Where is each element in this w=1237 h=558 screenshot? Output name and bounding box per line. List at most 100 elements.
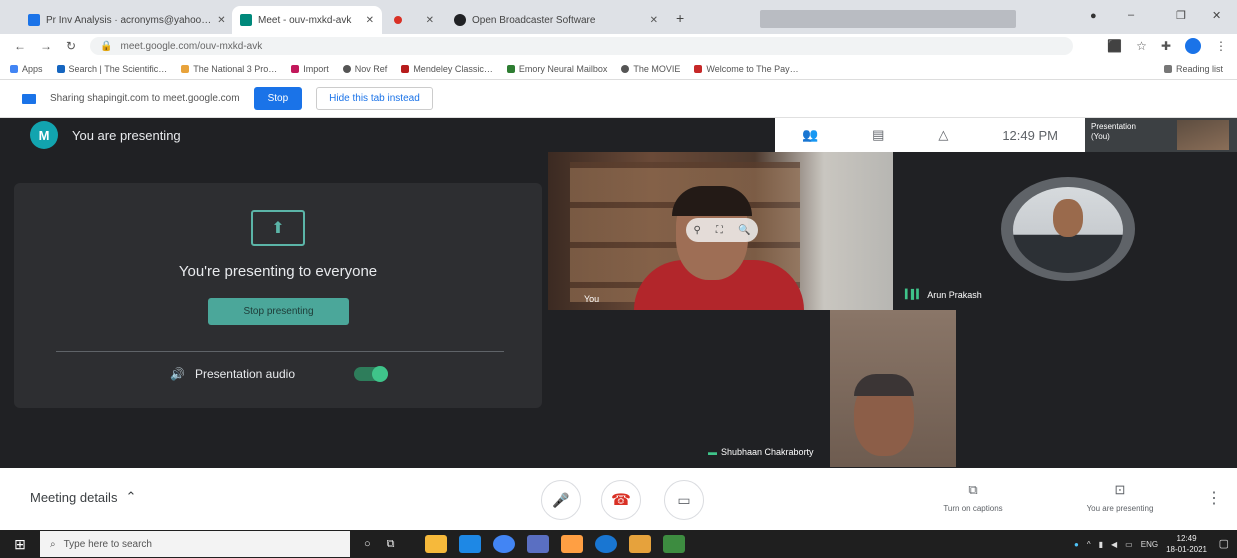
lock-icon: 🔒 [100,40,113,52]
taskbar-app-icon[interactable] [458,535,481,553]
extension-icon[interactable]: ⬛ [1107,39,1122,53]
bookmark-icon [56,64,65,73]
windows-logo-icon: ⊞ [14,535,26,552]
taskbar-search-input[interactable]: ⌕ Type here to search [40,531,350,557]
taskbar-app-icon[interactable] [492,535,515,553]
chat-icon[interactable]: ▤ [872,127,884,143]
taskbar-app-icon[interactable] [560,535,583,553]
bookmark-item[interactable]: Nov Ref [342,64,387,74]
presenting-header: M You are presenting [0,118,775,152]
minimize-button[interactable]: – [1128,9,1134,21]
tile-hover-controls: ⚲ ⛶ 🔍 [686,218,758,242]
bookmark-item[interactable]: Welcome to The Pay… [694,64,799,74]
notifications-icon[interactable]: ▢ [1219,537,1229,550]
bookmark-item[interactable]: Apps [10,64,43,74]
present-screen-icon: ⊡ [1114,482,1126,497]
address-bar-row: ← → ↻ 🔒 meet.google.com/ouv-mxkd-avk ⬛ ☆… [0,34,1237,58]
stop-presenting-button[interactable]: Stop presenting [208,298,349,325]
tray-app-icon[interactable]: ● [1074,540,1079,549]
people-icon[interactable]: 👥 [802,127,818,143]
taskbar-app-icon[interactable] [424,535,447,553]
presenting-label: You are presenting [1086,504,1154,513]
expand-icon[interactable]: ⛶ [716,225,723,236]
present-screen-icon: ⬆ [251,210,305,246]
chevron-up-icon[interactable]: ^ [1087,540,1091,549]
divider [56,351,504,352]
star-icon[interactable]: ☆ [1136,39,1147,53]
microphone-button[interactable]: 🎤 [541,480,581,520]
bookmark-item[interactable]: The MOVIE [621,64,680,74]
pin-icon[interactable]: ⚲ [694,225,701,236]
taskbar-app-icon[interactable] [662,535,685,553]
captions-label: Turn on captions [943,504,1003,513]
stop-sharing-button[interactable]: Stop [253,87,303,110]
profile-dot-icon[interactable]: ● [1090,10,1097,22]
presentation-audio-row: 🔊 Presentation audio [170,364,400,384]
speaking-indicator-icon: ▬ [708,447,717,457]
system-clock[interactable]: 12:49 18-01-2021 [1166,533,1207,555]
bookmark-item[interactable]: Search | The Scientific… [56,64,167,74]
close-tab-icon[interactable]: ✕ [217,15,225,26]
new-tab-button[interactable]: + [676,10,684,26]
reload-button[interactable]: ↻ [66,39,76,53]
windows-start-button[interactable]: ⊞ [0,530,40,558]
avatar: M [30,121,58,149]
close-tab-icon[interactable]: ✕ [426,15,434,26]
meet-icon [240,14,252,26]
browser-tab-strip: Pr Inv Analysis · acronyms@yahoo… ✕ Meet… [0,0,1237,34]
participant-tile[interactable]: ⚲ ⛶ 🔍 You [548,152,893,310]
tab-title: Pr Inv Analysis · acronyms@yahoo… [46,14,212,26]
participant-tile[interactable]: ▍▌▍ Arun Prakash [893,152,1237,310]
browser-tab-1[interactable]: Pr Inv Analysis · acronyms@yahoo… ✕ [20,6,230,34]
close-window-button[interactable]: ✕ [1212,9,1221,22]
cortana-icon[interactable]: ○ [364,538,371,550]
bookmark-item[interactable]: Import [291,64,329,74]
browser-tab-obs[interactable]: Open Broadcaster Software ✕ [446,6,666,34]
globe-icon [621,64,630,73]
close-tab-icon[interactable]: ✕ [366,15,374,26]
presentation-audio-toggle[interactable] [354,366,388,382]
url-input[interactable]: 🔒 meet.google.com/ouv-mxkd-avk [90,37,1074,55]
bookmark-icon [506,64,515,73]
self-video-thumbnail [1177,120,1229,150]
bookmark-item[interactable]: Emory Neural Mailbox [506,64,607,74]
language-indicator[interactable]: ENG [1141,540,1158,549]
browser-tab-3[interactable]: ✕ [386,6,442,34]
taskbar-app-icon[interactable] [594,535,617,553]
presentation-audio-label: Presentation audio [194,367,296,381]
search-icon: ⌕ [50,538,56,550]
menu-kebab-icon[interactable]: ⋮ [1215,39,1227,53]
taskbar-app-icon[interactable] [526,535,549,553]
blurred-region [760,10,1016,28]
forward-button[interactable]: → [40,39,52,53]
volume-icon[interactable]: ◀ [1111,540,1117,549]
participant-name: You [584,294,600,304]
captions-button[interactable]: ⧉ Turn on captions [918,482,1028,513]
participant-name-row: ▍▌▍ Arun Prakash [905,289,982,300]
profile-avatar[interactable] [1185,38,1201,54]
participant-name: Arun Prakash [927,289,982,300]
more-options-button[interactable]: ⋮ [1206,488,1222,508]
meet-top-toolbar: 👥 ▤ △ 12:49 PM [775,118,1085,152]
reading-list-button[interactable]: Reading list [1163,64,1223,74]
puzzle-icon[interactable]: ✚ [1161,39,1171,53]
zoom-icon[interactable]: 🔍 [738,225,750,236]
bookmark-item[interactable]: Mendeley Classic… [401,64,493,74]
maximize-button[interactable]: ❐ [1176,9,1186,22]
network-icon[interactable]: ▮ [1099,540,1103,549]
taskbar-app-icon[interactable] [628,535,651,553]
activities-icon[interactable]: △ [938,127,948,143]
end-call-button[interactable]: ☎ [601,480,641,520]
close-tab-icon[interactable]: ✕ [650,15,658,26]
browser-tab-meet[interactable]: Meet - ouv-mxkd-avk ✕ [232,6,382,34]
back-button[interactable]: ← [14,39,26,53]
self-presentation-tile[interactable]: Presentation (You) [1085,118,1237,152]
participant-tile[interactable]: ▬ Shubhaan Chakraborty [700,310,1090,467]
hide-tab-button[interactable]: Hide this tab instead [316,87,433,110]
meeting-details-button[interactable]: Meeting details ⌃ [30,489,136,505]
bookmark-item[interactable]: The National 3 Pro… [181,64,277,74]
camera-button[interactable]: ▭ [664,480,704,520]
battery-icon[interactable]: ▭ [1125,540,1133,549]
presenting-button[interactable]: ⊡ You are presenting [1060,482,1180,513]
task-view-icon[interactable]: ⧉ [387,538,395,551]
